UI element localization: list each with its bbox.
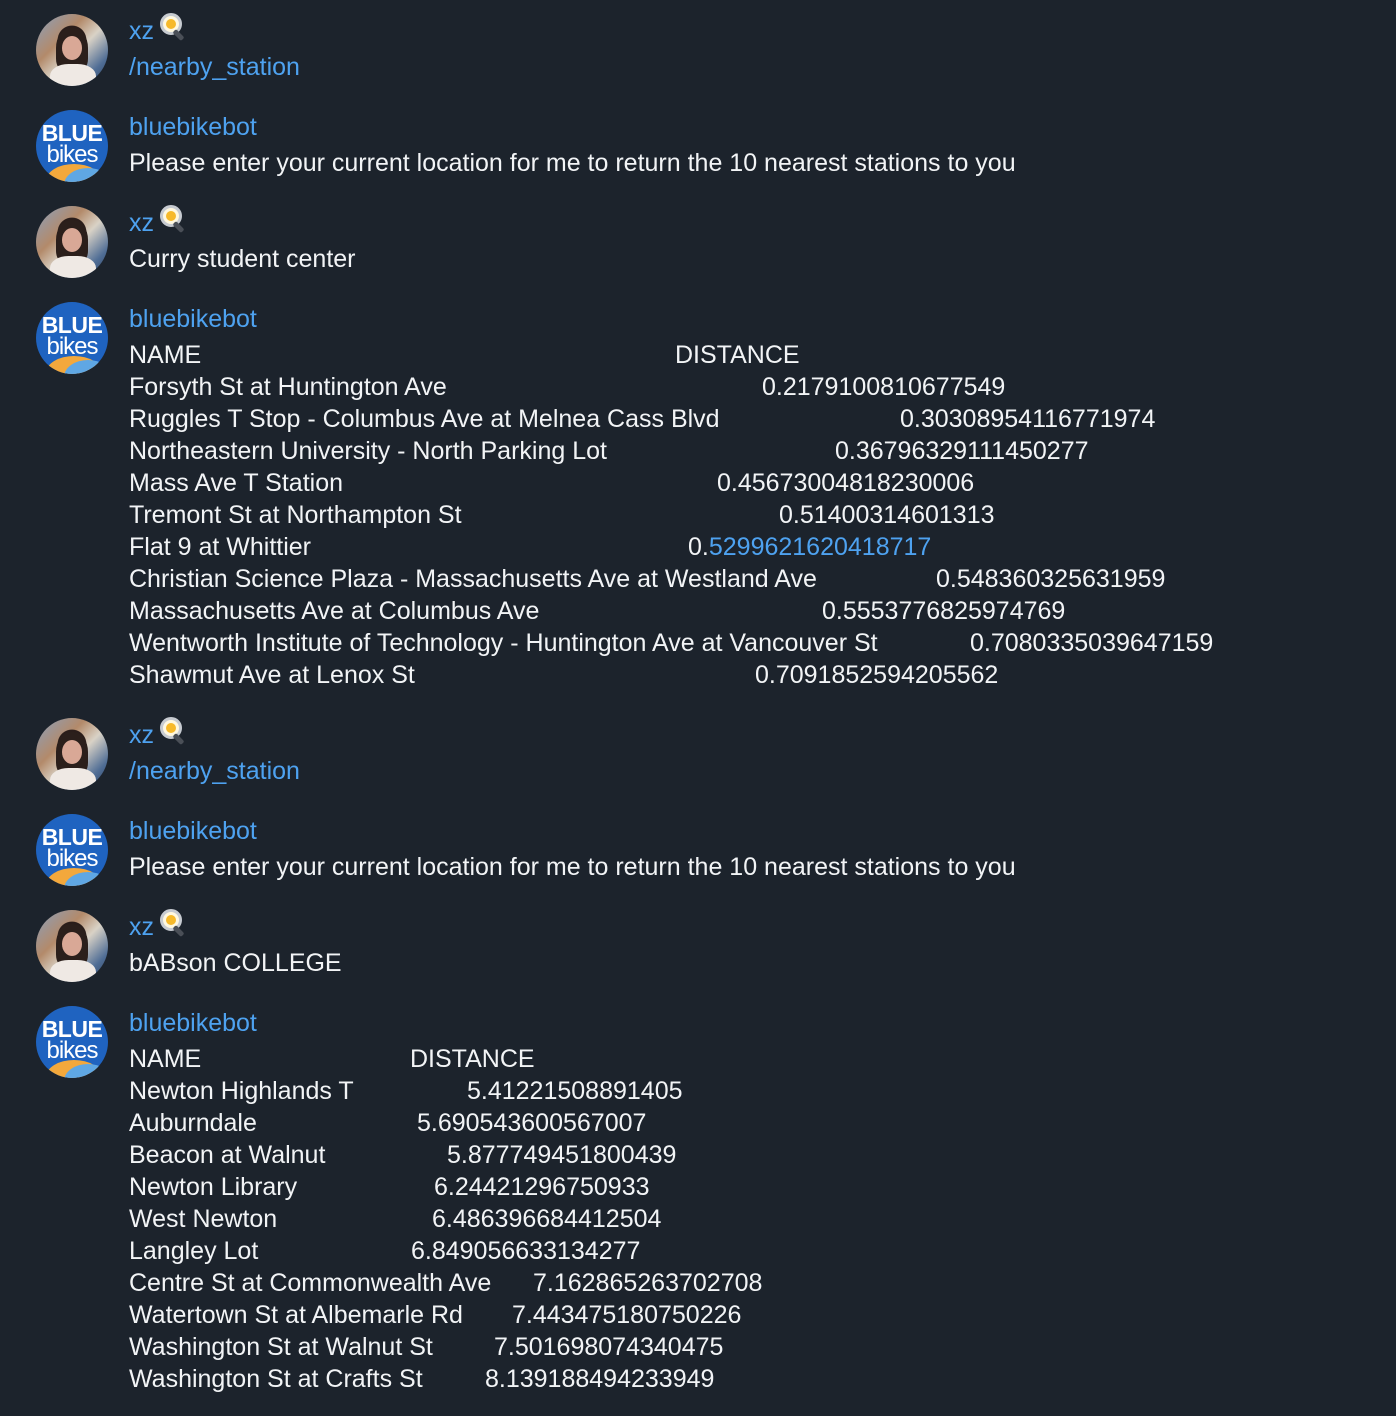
station-name: Mass Ave T Station <box>129 469 344 497</box>
sender-name[interactable]: bluebikebot <box>129 111 257 143</box>
station-distance: 5.690543600567007 <box>417 1109 647 1137</box>
bluebikes-logo: BLUE bikes <box>41 120 103 168</box>
station-name: Shawmut Ave at Lenox St <box>129 661 415 689</box>
avatar-shirt <box>50 64 96 86</box>
station-name: Northeastern University - North Parking … <box>129 437 607 465</box>
sender-name[interactable]: xz <box>129 205 188 239</box>
station-distance: 0.30308954116771974 <box>900 405 1156 433</box>
station-distance: 0.2179100810677549 <box>762 373 1006 401</box>
column-header-distance: DISTANCE <box>675 341 800 369</box>
message-text: Please enter your current location for m… <box>129 149 1016 177</box>
sender-name-text: xz <box>129 913 154 941</box>
station-name: Auburndale <box>129 1109 257 1137</box>
station-name: Ruggles T Stop - Columbus Ave at Melnea … <box>129 405 720 433</box>
bot-avatar[interactable]: BLUE bikes <box>36 302 108 374</box>
station-name: West Newton <box>129 1205 278 1233</box>
bluebikes-logo: BLUE bikes <box>41 824 103 872</box>
sender-name[interactable]: bluebikebot <box>129 1007 257 1039</box>
station-distance: 6.849056633134277 <box>411 1237 641 1265</box>
user-avatar[interactable] <box>36 910 108 982</box>
sender-name[interactable]: xz <box>129 13 188 47</box>
station-name: Beacon at Walnut <box>129 1141 326 1169</box>
station-name: Forsyth St at Huntington Ave <box>129 373 447 401</box>
station-distance: 0.51400314601313 <box>779 501 995 529</box>
station-name: Langley Lot <box>129 1237 259 1265</box>
user-avatar[interactable] <box>36 14 108 86</box>
station-distance: 0.5553776825974769 <box>822 597 1066 625</box>
station-name: Centre St at Commonwealth Ave <box>129 1269 492 1297</box>
avatar-face <box>62 36 82 60</box>
sender-name[interactable]: xz <box>129 717 188 751</box>
column-header-name: NAME <box>129 341 202 369</box>
sender-name[interactable]: bluebikebot <box>129 303 257 335</box>
command-link[interactable]: /nearby_station <box>129 755 300 787</box>
station-name: Newton Highlands T <box>129 1077 354 1105</box>
station-distance: 6.486396684412504 <box>432 1205 662 1233</box>
sender-name[interactable]: bluebikebot <box>129 815 257 847</box>
bluebikes-logo: BLUE bikes <box>41 312 103 360</box>
bot-avatar[interactable]: BLUE bikes <box>36 1006 108 1078</box>
station-distance: 0.548360325631959 <box>936 565 1166 593</box>
bot-avatar[interactable]: BLUE bikes <box>36 110 108 182</box>
station-distance: 8.139188494233949 <box>485 1365 715 1393</box>
station-distance: 0.7091852594205562 <box>755 661 999 689</box>
station-name: Tremont St at Northampton St <box>129 501 462 529</box>
station-distance: 0.36796329111450277 <box>835 437 1089 465</box>
frying-pan-egg-icon <box>158 907 188 938</box>
station-distance: 0.5299621620418717 <box>688 531 931 563</box>
station-distance: 6.24421296750933 <box>434 1173 650 1201</box>
chat-history[interactable]: xz /nearby_station BLUE bikes bluebikebo… <box>0 0 1396 1416</box>
frying-pan-egg-icon <box>158 203 188 234</box>
bluebikes-logo: BLUE bikes <box>41 1016 103 1064</box>
message-text: bABson COLLEGE <box>129 949 342 977</box>
station-name: Newton Library <box>129 1173 298 1201</box>
column-header-name: NAME <box>129 1045 202 1073</box>
station-name: Christian Science Plaza - Massachusetts … <box>129 565 817 593</box>
station-distance: 7.501698074340475 <box>494 1333 724 1361</box>
frying-pan-egg-icon <box>158 715 188 746</box>
station-distance: 5.877749451800439 <box>447 1141 677 1169</box>
command-link[interactable]: /nearby_station <box>129 51 300 83</box>
station-name: Massachusetts Ave at Columbus Ave <box>129 597 540 625</box>
sender-name-text: xz <box>129 209 154 237</box>
sender-name-text: xz <box>129 17 154 45</box>
station-distance: 7.443475180750226 <box>512 1301 742 1329</box>
station-name: Washington St at Crafts St <box>129 1365 423 1393</box>
station-name: Watertown St at Albemarle Rd <box>129 1301 463 1329</box>
station-name: Flat 9 at Whittier <box>129 533 311 561</box>
column-header-distance: DISTANCE <box>410 1045 535 1073</box>
station-name: Washington St at Walnut St <box>129 1333 433 1361</box>
message-text: Curry student center <box>129 245 356 273</box>
bot-avatar[interactable]: BLUE bikes <box>36 814 108 886</box>
frying-pan-egg-icon <box>158 11 188 42</box>
station-name: Wentworth Institute of Technology - Hunt… <box>129 629 878 657</box>
user-avatar[interactable] <box>36 206 108 278</box>
phone-number-link[interactable]: 5299621620418717 <box>709 533 931 561</box>
station-distance: 0.45673004818230006 <box>717 469 975 497</box>
station-distance: 7.162865263702708 <box>533 1269 763 1297</box>
station-distance: 0.7080335039647159 <box>970 629 1214 657</box>
message-text: Please enter your current location for m… <box>129 853 1016 881</box>
sender-name[interactable]: xz <box>129 909 188 943</box>
user-avatar[interactable] <box>36 718 108 790</box>
distance-prefix: 0. <box>688 533 709 561</box>
sender-name-text: xz <box>129 721 154 749</box>
station-distance: 5.41221508891405 <box>467 1077 683 1105</box>
